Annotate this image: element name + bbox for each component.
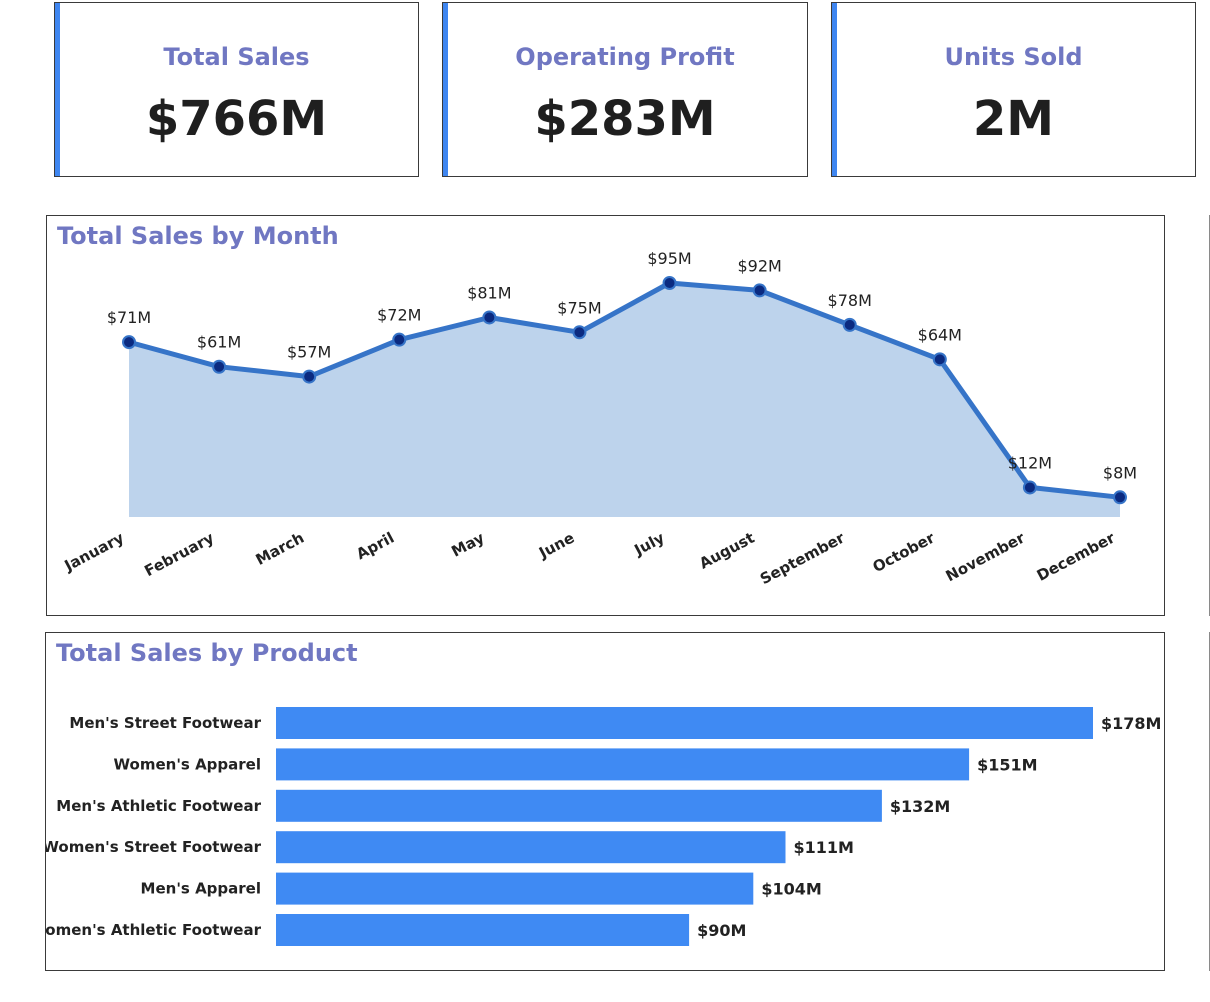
x-tick-label: March	[253, 529, 307, 569]
data-point-june[interactable]	[572, 325, 587, 340]
x-tick-label: May	[448, 529, 487, 561]
x-tick-label: April	[353, 529, 397, 564]
data-point-february[interactable]	[212, 359, 227, 374]
data-point-october[interactable]	[932, 352, 947, 367]
data-label: $8M	[1103, 463, 1137, 482]
sales-by-product-chart: Men's Street Footwear $178M Women's Appare…	[46, 707, 1161, 946]
kpi-label: Operating Profit	[515, 43, 735, 71]
data-label: $75M	[557, 298, 601, 317]
data-point-march[interactable]	[302, 369, 317, 384]
data-label: $72M	[377, 306, 421, 325]
kpi-accent-bar	[55, 3, 60, 176]
data-label: $95M	[647, 249, 691, 268]
kpi-value: $766M	[145, 91, 328, 147]
kpi-label: Total Sales	[163, 43, 310, 71]
data-label: $90M	[697, 921, 746, 940]
data-label: $64M	[918, 325, 962, 344]
data-point-january[interactable]	[122, 335, 136, 350]
bar-4[interactable]	[276, 872, 754, 905]
category-label: Men's Athletic Footwear	[56, 797, 261, 815]
data-label: $61M	[197, 333, 241, 352]
category-label: Men's Street Footwear	[69, 714, 261, 732]
data-label: $151M	[977, 755, 1037, 774]
sales-by-month-panel: Total Sales by Month $71M $61M $57M $72M $81…	[46, 215, 1165, 616]
data-label: $12M	[1008, 453, 1052, 472]
category-label: Women's Apparel	[114, 755, 261, 773]
data-label: $92M	[737, 256, 781, 275]
x-tick-label: January	[61, 529, 127, 576]
x-tick-label: November	[943, 528, 1029, 585]
data-label: $111M	[793, 838, 853, 857]
data-point-november[interactable]	[1022, 480, 1037, 495]
x-tick-label: June	[535, 529, 577, 563]
data-point-july[interactable]	[662, 276, 677, 290]
x-tick-label: February	[141, 529, 217, 581]
bar-5[interactable]	[276, 914, 690, 946]
bar-1[interactable]	[276, 748, 970, 781]
x-tick-label: October	[870, 528, 939, 576]
data-label: $132M	[890, 797, 950, 816]
kpi-accent-bar	[443, 3, 448, 176]
sales-by-product-panel: Total Sales by Product Men's Street Foot…	[45, 632, 1165, 971]
kpi-value: 2M	[972, 91, 1055, 147]
data-point-august[interactable]	[752, 283, 767, 298]
category-label: Women's Athletic Footwear	[46, 921, 262, 939]
category-label: Men's Apparel	[141, 880, 261, 898]
x-tick-label: September	[757, 528, 848, 588]
bar-3[interactable]	[276, 831, 786, 864]
data-point-december[interactable]	[1113, 490, 1127, 505]
kpi-accent-bar	[832, 3, 837, 176]
bar-0[interactable]	[276, 707, 1093, 739]
kpi-card-total-sales: Total Sales $766M	[54, 2, 419, 177]
data-label: $57M	[287, 343, 331, 362]
data-label: $78M	[828, 291, 872, 310]
x-tick-label: August	[696, 529, 757, 573]
bar-2[interactable]	[276, 789, 882, 822]
data-label: $71M	[107, 308, 151, 327]
kpi-card-operating-profit: Operating Profit $283M	[442, 2, 808, 177]
kpi-card-units-sold: Units Sold 2M	[831, 2, 1196, 177]
data-point-april[interactable]	[392, 332, 407, 347]
x-tick-label: July	[631, 529, 668, 560]
sales-by-month-chart: $71M $61M $57M $72M $81M $75M $95M $92M $78M $64M…	[61, 249, 1137, 588]
data-label: $178M	[1101, 714, 1161, 733]
data-point-september[interactable]	[842, 317, 857, 332]
data-label: $81M	[467, 283, 511, 302]
kpi-label: Units Sold	[944, 43, 1083, 71]
data-point-may[interactable]	[482, 310, 497, 325]
kpi-value: $283M	[534, 91, 716, 147]
category-label: Women's Street Footwear	[46, 838, 262, 856]
data-label: $104M	[761, 880, 821, 899]
x-tick-label: December	[1034, 528, 1119, 584]
